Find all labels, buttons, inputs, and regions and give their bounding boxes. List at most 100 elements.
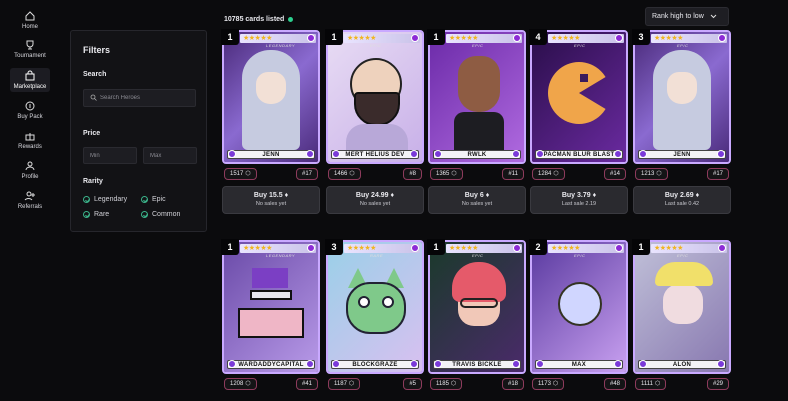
element-gem-icon [228,150,236,158]
chevron-down-icon [710,14,717,19]
rarity-text: LEGENDARY [266,43,296,48]
score-badge: 1111 ⬡ [635,378,667,390]
nav-label: Tournament [14,53,46,59]
rank-value: #8 [409,171,416,177]
quantity-badge: 1 [632,239,650,255]
search-field[interactable] [83,89,196,107]
sort-dropdown[interactable]: Rank high to low [645,7,729,26]
eye-shape [580,74,588,82]
body-shape [454,112,504,152]
score-value: 1187 [334,381,347,387]
rank-value: #17 [712,171,723,177]
buy-button[interactable]: Buy 24.99 ♦ No sales yet [326,186,424,214]
nav-label: Marketplace [13,84,47,90]
buy-button[interactable]: Buy 15.5 ♦ No sales yet [222,186,320,214]
rarity-rare[interactable]: Rare [83,211,109,218]
side-nav: Home Tournament Marketplace Buy Pack Rew… [0,0,60,401]
stars-rating: ★★★★★ [243,245,272,252]
nav-label: Home [21,24,38,30]
rank-badge: #29 [706,378,729,390]
card-art[interactable]: ★★★★★ LEGENDARY JENN [222,30,320,164]
card-art[interactable]: ★★★★★ LEGENDARY WARDADDYCAPITAL [222,240,320,374]
rarity-legendary[interactable]: Legendary [83,196,127,203]
hex-icon: ⬡ [451,171,457,177]
card-art[interactable]: ★★★★★ EPIC TRAVIS BICKLE [428,240,526,374]
check-icon [141,196,148,203]
element-gem-icon [639,150,647,158]
score-badge: 1365 ⬡ [430,168,463,180]
rarity-epic[interactable]: Epic [141,196,166,203]
score-badge: 1284 ⬡ [532,168,565,180]
hat-shape [252,268,288,288]
quantity-badge: 1 [325,29,343,45]
nav-rewards[interactable]: Rewards [10,130,50,150]
price-max-input[interactable] [143,147,197,164]
listed-count: 10785 cards listed [224,16,294,23]
card-art[interactable]: ★★★★★ EPIC ALON [633,240,731,374]
element-gem-icon [717,150,725,158]
buy-price: Buy 6 ♦ [429,192,525,199]
rarity-text: EPIC [574,253,586,258]
buy-button[interactable]: Buy 2.69 ♦ Last sale 0.42 [633,186,731,214]
face-shape [458,56,500,112]
card-name: WARDADDYCAPITAL [227,360,315,369]
eye-shape [358,296,370,308]
rarity-ribbon: ★★★★★ [446,244,522,253]
element-gem-icon [536,150,544,158]
search-input[interactable] [100,91,192,105]
element-gem-icon [717,360,725,368]
card-art[interactable]: ★★★★★ EPIC MERT HELIUS DEV [326,30,424,164]
element-gem-icon [332,360,340,368]
card-name: TRAVIS BICKLE [433,360,521,369]
rank-value: #17 [301,171,312,177]
nav-profile[interactable]: Profile [10,160,50,180]
buy-price-text: Buy 2.69 [664,192,694,199]
quantity-badge: 1 [427,239,445,255]
check-icon [83,196,90,203]
hex-icon: ⬡ [656,171,662,177]
rarity-ribbon: ★★★★★ [651,244,727,253]
nav-buy-pack[interactable]: Buy Pack [10,100,50,120]
card-art[interactable]: ★★★★★ EPIC RWLK [428,30,526,164]
buy-button[interactable]: Buy 3.79 ♦ Last sale 2.19 [530,186,628,214]
rarity-common[interactable]: Common [141,211,180,218]
card-art[interactable]: ★★★★★ EPIC PACMAN BLUR BLAST [530,30,628,164]
price-min-input[interactable] [83,147,137,164]
rank-value: #11 [508,171,518,177]
home-icon [25,11,35,21]
score-badge: 1213 ⬡ [635,168,668,180]
rarity-ribbon: ★★★★★ [548,244,624,253]
nav-referrals[interactable]: Referrals [10,190,50,210]
nav-tournament[interactable]: Tournament [10,39,50,59]
eth-icon: ♦ [485,192,490,199]
rarity-text: EPIC [472,43,484,48]
score-value: 1111 [641,381,654,387]
rank-badge: #14 [603,168,626,180]
rarity-text: EPIC [472,253,484,258]
stars-rating: ★★★★★ [654,35,683,42]
card-art[interactable]: ★★★★★ EPIC JENN [633,30,731,164]
rarity-text: RARE [370,253,384,258]
rarity-ribbon: ★★★★★ [240,244,316,253]
eth-icon: ♦ [592,192,597,199]
body-shape [238,308,304,338]
sales-status: No sales yet [255,201,287,207]
score-badge: 1517 ⬡ [224,168,257,180]
rarity-gem-icon [718,244,726,252]
face-shape [663,284,703,324]
stars-rating: ★★★★★ [654,245,683,252]
element-gem-icon [434,360,442,368]
card-name: JENN [638,150,726,159]
card-art[interactable]: ★★★★★ RARE BLOCKGRAZE [326,240,424,374]
score-value: 1365 [436,171,450,177]
listed-count-text: 10785 cards listed [224,16,285,23]
glasses-shape [460,298,498,308]
buy-button[interactable]: Buy 6 ♦ No sales yet [428,186,526,214]
rarity-label-text: Legendary [94,196,128,203]
nav-marketplace[interactable]: Marketplace [10,68,50,92]
rarity-text: EPIC [677,253,689,258]
card-badges: 1185 ⬡ #18 [430,378,524,390]
card-art[interactable]: ★★★★★ EPIC MAX [530,240,628,374]
face-shape [558,282,602,326]
nav-home[interactable]: Home [10,10,50,30]
